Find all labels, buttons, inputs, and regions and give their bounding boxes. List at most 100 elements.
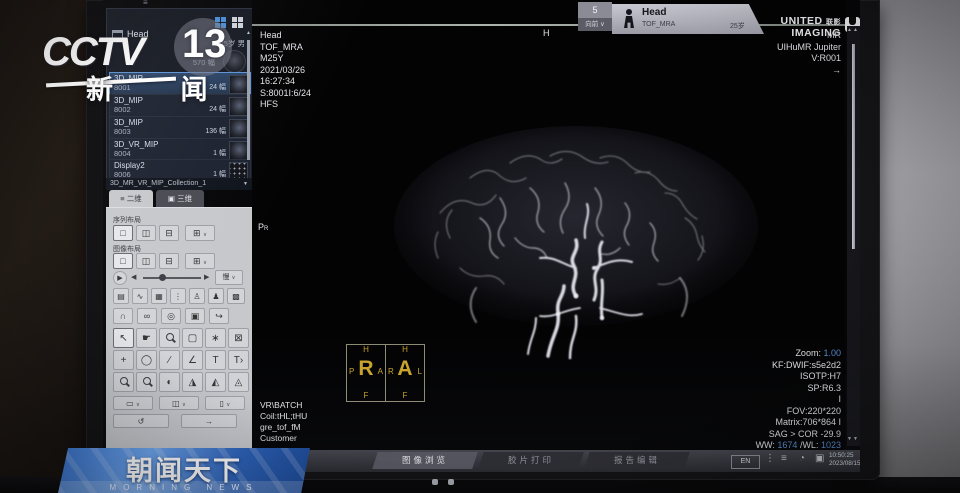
save-options-dropdown[interactable]: ▭ ∨ bbox=[113, 396, 153, 410]
tab-3d[interactable]: ▣ 三维 bbox=[156, 190, 204, 207]
dicom-overlay-topright: MRUIHuMR Jupiter V:R001→ bbox=[641, 30, 841, 76]
body-orientation2-icon[interactable]: ♟ bbox=[208, 288, 224, 304]
system-date: 2023/08/15 bbox=[829, 460, 860, 468]
curve-icon[interactable]: ∿ bbox=[132, 288, 148, 304]
copy-icon[interactable]: ▣ bbox=[185, 308, 205, 324]
collection-label-bar[interactable]: 3D_MR_VR_MIP_Collection_1 ▼ bbox=[106, 178, 252, 190]
ellipse-roi-button[interactable]: ◯ bbox=[136, 350, 157, 370]
series-list-item[interactable]: 3D_VR_MIP 8004 1 幅 bbox=[109, 138, 251, 161]
series-list-item[interactable]: 3D_MIP 8003 136 幅 bbox=[109, 116, 251, 139]
chevron-down-icon: ∨ bbox=[226, 402, 230, 408]
cine-speed-dropdown[interactable]: 慢 ∨ bbox=[215, 270, 243, 285]
program-subtitle: MORNING NEWS bbox=[58, 483, 310, 492]
monitor-power-led bbox=[432, 479, 438, 485]
rotate-tool-button[interactable]: ◬ bbox=[228, 372, 249, 392]
flip-vertical-button[interactable]: ◭ bbox=[205, 372, 226, 392]
language-indicator[interactable]: EN bbox=[731, 455, 760, 469]
toolbox-icon[interactable]: ▣ bbox=[815, 453, 824, 464]
task-list-icon[interactable]: ≡ bbox=[781, 453, 787, 464]
layers-icon: ≡ bbox=[120, 194, 124, 203]
enhance-tool-button[interactable]: ∗ bbox=[205, 328, 226, 348]
orientation-marker-top: H bbox=[543, 28, 550, 40]
localizer-icon[interactable]: ◎ bbox=[161, 308, 181, 324]
orientation-cube-left: HP RA F bbox=[346, 344, 386, 402]
body-orientation-icon[interactable]: ♙ bbox=[189, 288, 205, 304]
pan-tool-button[interactable]: ☛ bbox=[136, 328, 157, 348]
mpr-icon[interactable]: ▤ bbox=[113, 288, 129, 304]
layout-options-dropdown[interactable]: ◫ ∨ bbox=[159, 396, 199, 410]
patient-tab-name: Head bbox=[642, 7, 666, 18]
cine-first-frame-icon[interactable]: ◀ bbox=[131, 273, 136, 281]
img-layout-2x1-button[interactable]: ⊟ bbox=[159, 253, 179, 269]
viewer-scroll-thumb[interactable] bbox=[852, 44, 855, 249]
scroll-up-icon[interactable]: ▲▲ bbox=[847, 27, 859, 33]
orientation-marker-left: PR bbox=[258, 222, 268, 236]
chevron-down-icon: ∨ bbox=[231, 275, 235, 281]
layout-more-dropdown[interactable]: ⊞ ∨ bbox=[185, 225, 215, 241]
magnifier-icon bbox=[166, 333, 174, 341]
probe-tool-button[interactable] bbox=[136, 372, 157, 392]
delete-region-button[interactable]: ⊠ bbox=[228, 328, 249, 348]
export-icon[interactable]: ↪ bbox=[209, 308, 229, 324]
cine-play-button[interactable]: ▶ bbox=[113, 271, 127, 285]
tab-image-browse[interactable]: 图像浏览 bbox=[372, 452, 478, 469]
tab-film-print[interactable]: 胶片打印 bbox=[478, 452, 584, 469]
angle-measure-button[interactable]: ∠ bbox=[182, 350, 203, 370]
layout-2x1-button[interactable]: ⊟ bbox=[159, 225, 179, 241]
wall bbox=[870, 0, 960, 493]
patient-tab-series: TOF_MRA bbox=[642, 21, 675, 28]
series-name: 3D_MIP bbox=[114, 118, 143, 127]
img-layout-1x1-button[interactable]: □ bbox=[113, 253, 133, 269]
menu-icon[interactable]: ≡ bbox=[143, 0, 148, 7]
monitor-button[interactable] bbox=[448, 479, 454, 485]
person-icon bbox=[624, 9, 634, 29]
chevron-down-icon: ∨ bbox=[182, 402, 186, 408]
layout-1x1-button[interactable]: □ bbox=[113, 225, 133, 241]
invert-tool-button[interactable]: ◐ bbox=[159, 372, 180, 392]
img-layout-more-dropdown[interactable]: ⊞ ∨ bbox=[185, 253, 215, 269]
orientation-cube-right: HR AL F bbox=[385, 344, 425, 402]
magnify-glass-button[interactable] bbox=[113, 372, 134, 392]
series-id: 8003 bbox=[114, 127, 131, 136]
profile-icon[interactable]: ⋮ bbox=[170, 288, 186, 304]
text-arrow-button[interactable]: T› bbox=[228, 350, 249, 370]
filter-icon[interactable]: ▼ bbox=[243, 178, 248, 190]
histogram-icon[interactable]: ▦ bbox=[151, 288, 167, 304]
magnet-tool-icon[interactable]: ∩ bbox=[113, 308, 133, 324]
channel-number: 13 bbox=[182, 22, 227, 67]
brain-mra-image bbox=[380, 118, 772, 360]
system-time: 10:50:25 bbox=[829, 452, 860, 460]
send-options-dropdown[interactable]: ▯ ∨ bbox=[205, 396, 245, 410]
layout-1x2-button[interactable]: ◫ bbox=[136, 225, 156, 241]
text-annotation-button[interactable]: T bbox=[205, 350, 226, 370]
series-name: 3D_VR_MIP bbox=[114, 140, 158, 149]
queue-count-badge[interactable]: 5 bbox=[578, 2, 612, 18]
volume-icon: ▣ bbox=[168, 194, 175, 203]
tab-report-edit[interactable]: 报告编辑 bbox=[584, 452, 690, 469]
reset-button[interactable]: ↺ bbox=[113, 414, 169, 428]
scroll-down-icon[interactable]: ▼▼ bbox=[847, 436, 859, 442]
series-name: Display2 bbox=[114, 161, 145, 170]
tab-2d[interactable]: ≡ 二维 bbox=[109, 190, 153, 207]
gradient-lut-dropdown[interactable]: ▩ bbox=[227, 288, 245, 304]
cine-last-frame-icon[interactable]: ▶ bbox=[204, 273, 209, 281]
crosshair-tool-button[interactable]: + bbox=[113, 350, 134, 370]
img-layout-1x2-button[interactable]: ◫ bbox=[136, 253, 156, 269]
flip-horizontal-button[interactable]: ◮ bbox=[182, 372, 203, 392]
cine-slider-knob[interactable] bbox=[159, 274, 166, 281]
chevron-down-icon: ∨ bbox=[203, 260, 207, 266]
task-queue-icon[interactable]: ⋮ bbox=[765, 453, 775, 464]
series-layout-label: 序列布局 bbox=[113, 215, 141, 225]
dicom-overlay-bottomleft: VR\BATCHCoil:tHL;tHU gre_tof_fMCustomer bbox=[260, 400, 307, 444]
crop-tool-button[interactable]: ▢ bbox=[182, 328, 203, 348]
clock-icon[interactable]: ◔ bbox=[799, 453, 805, 464]
zoom-tool-button[interactable] bbox=[159, 328, 180, 348]
forward-button[interactable]: → bbox=[181, 414, 237, 428]
pointer-tool-button[interactable]: ↖ bbox=[113, 328, 134, 348]
link-series-icon[interactable]: ∞ bbox=[137, 308, 157, 324]
series-thumbnail bbox=[229, 141, 248, 160]
forward-dropdown[interactable]: 向前 ∨ bbox=[578, 18, 612, 31]
line-measure-button[interactable]: ∕ bbox=[159, 350, 180, 370]
chevron-down-icon: ∨ bbox=[203, 232, 207, 238]
cine-slider-track[interactable] bbox=[143, 277, 201, 279]
